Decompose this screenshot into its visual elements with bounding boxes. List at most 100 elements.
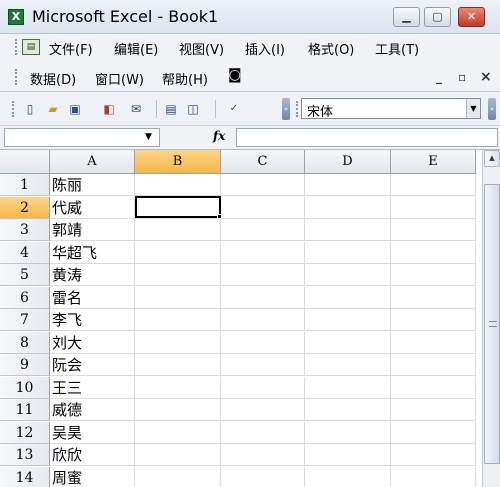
cell-d7[interactable]	[305, 309, 391, 331]
cell-d12[interactable]	[305, 422, 391, 444]
mdi-restore-button[interactable]: ▫	[458, 70, 466, 84]
cell-d1[interactable]	[305, 174, 391, 196]
cell-e2[interactable]	[391, 197, 476, 219]
maximize-button[interactable]: ▢	[424, 7, 451, 27]
cell-c8[interactable]	[221, 332, 305, 354]
name-box[interactable]: ▼	[4, 128, 160, 147]
cell-e8[interactable]	[391, 332, 476, 354]
row-header[interactable]: 3	[0, 219, 50, 241]
cell-b8[interactable]	[135, 332, 221, 354]
print-preview-icon[interactable]: ◫	[185, 101, 201, 117]
cell-e1[interactable]	[391, 174, 476, 196]
cell-c13[interactable]	[221, 444, 305, 466]
cell-d6[interactable]	[305, 287, 391, 309]
row-header[interactable]: 6	[0, 287, 50, 309]
cell-b10[interactable]	[135, 377, 221, 399]
cell-c5[interactable]	[221, 264, 305, 286]
cell-e7[interactable]	[391, 309, 476, 331]
cell-a13[interactable]: 欣欣	[50, 444, 135, 466]
cell-a3[interactable]: 郭靖	[50, 219, 135, 241]
cell-c11[interactable]	[221, 399, 305, 421]
menu-edit[interactable]: 编辑(E)	[114, 39, 158, 58]
menu-grip[interactable]	[15, 39, 18, 55]
menu-window[interactable]: 窗口(W)	[95, 69, 144, 88]
row-header[interactable]: 2	[0, 197, 50, 219]
cell-a2[interactable]: 代威	[50, 197, 135, 219]
row-header[interactable]: 12	[0, 422, 50, 444]
spelling-icon[interactable]: ✓	[226, 101, 242, 117]
cell-c10[interactable]	[221, 377, 305, 399]
cell-c6[interactable]	[221, 287, 305, 309]
cell-a1[interactable]: 陈丽	[50, 174, 135, 196]
row-header[interactable]: 13	[0, 444, 50, 466]
column-header-b[interactable]: B	[135, 150, 221, 174]
cell-c1[interactable]	[221, 174, 305, 196]
cell-c14[interactable]	[221, 467, 305, 487]
row-header[interactable]: 5	[0, 264, 50, 286]
row-header[interactable]: 9	[0, 354, 50, 376]
cell-d3[interactable]	[305, 219, 391, 241]
document-icon[interactable]: ▤	[22, 39, 40, 55]
camera-icon[interactable]: ◙	[228, 67, 242, 83]
cell-d4[interactable]	[305, 242, 391, 264]
cell-d14[interactable]	[305, 467, 391, 487]
formula-input[interactable]	[236, 128, 498, 147]
select-all-corner[interactable]	[0, 150, 50, 174]
row-header[interactable]: 10	[0, 377, 50, 399]
row-header[interactable]: 7	[0, 309, 50, 331]
toolbar-options-chevron[interactable]: »	[282, 98, 290, 120]
menu-data[interactable]: 数据(D)	[30, 69, 76, 88]
cell-d5[interactable]	[305, 264, 391, 286]
row-header[interactable]: 11	[0, 399, 50, 421]
toolbar-grip[interactable]	[12, 101, 15, 117]
column-header-e[interactable]: E	[391, 150, 476, 174]
menu-grip[interactable]	[15, 69, 18, 85]
cell-e12[interactable]	[391, 422, 476, 444]
menu-view[interactable]: 视图(V)	[179, 39, 224, 58]
cell-a6[interactable]: 雷名	[50, 287, 135, 309]
column-header-d[interactable]: D	[305, 150, 391, 174]
email-icon[interactable]: ✉	[128, 101, 144, 117]
chevron-down-icon[interactable]: ▼	[145, 132, 152, 142]
column-header-c[interactable]: C	[221, 150, 305, 174]
cell-d11[interactable]	[305, 399, 391, 421]
open-icon[interactable]: ▰	[45, 101, 61, 117]
cell-a11[interactable]: 威德	[50, 399, 135, 421]
close-button[interactable]: ✕	[458, 7, 485, 27]
cell-e10[interactable]	[391, 377, 476, 399]
cell-a5[interactable]: 黄涛	[50, 264, 135, 286]
menu-file[interactable]: 文件(F)	[49, 39, 93, 58]
print-icon[interactable]: ▤	[163, 101, 179, 117]
cell-e4[interactable]	[391, 242, 476, 264]
cell-c12[interactable]	[221, 422, 305, 444]
cell-a10[interactable]: 王三	[50, 377, 135, 399]
cell-b5[interactable]	[135, 264, 221, 286]
cell-e5[interactable]	[391, 264, 476, 286]
cell-e14[interactable]	[391, 467, 476, 487]
cell-d9[interactable]	[305, 354, 391, 376]
cell-d2[interactable]	[305, 197, 391, 219]
cell-c4[interactable]	[221, 242, 305, 264]
toolbar-options-chevron[interactable]: »	[488, 98, 496, 120]
excel-icon[interactable]: X	[8, 9, 24, 25]
row-header[interactable]: 14	[0, 467, 50, 487]
menu-format[interactable]: 格式(O)	[308, 39, 354, 58]
mdi-minimize-button[interactable]: _	[436, 70, 442, 84]
cell-a9[interactable]: 阮会	[50, 354, 135, 376]
row-header[interactable]: 1	[0, 174, 50, 196]
cell-d10[interactable]	[305, 377, 391, 399]
minimize-button[interactable]: ▁	[393, 7, 420, 27]
cell-a7[interactable]: 李飞	[50, 309, 135, 331]
save-icon[interactable]: ▣	[67, 101, 83, 117]
cell-a12[interactable]: 吴昊	[50, 422, 135, 444]
cell-a8[interactable]: 刘大	[50, 332, 135, 354]
cell-c2[interactable]	[221, 197, 305, 219]
scroll-up-button[interactable]: ▲	[484, 150, 500, 167]
cell-c3[interactable]	[221, 219, 305, 241]
cell-b4[interactable]	[135, 242, 221, 264]
scroll-thumb[interactable]	[484, 184, 500, 464]
mdi-close-button[interactable]: ×	[480, 69, 492, 85]
active-cell-border[interactable]	[135, 196, 221, 218]
cell-e3[interactable]	[391, 219, 476, 241]
cell-b6[interactable]	[135, 287, 221, 309]
